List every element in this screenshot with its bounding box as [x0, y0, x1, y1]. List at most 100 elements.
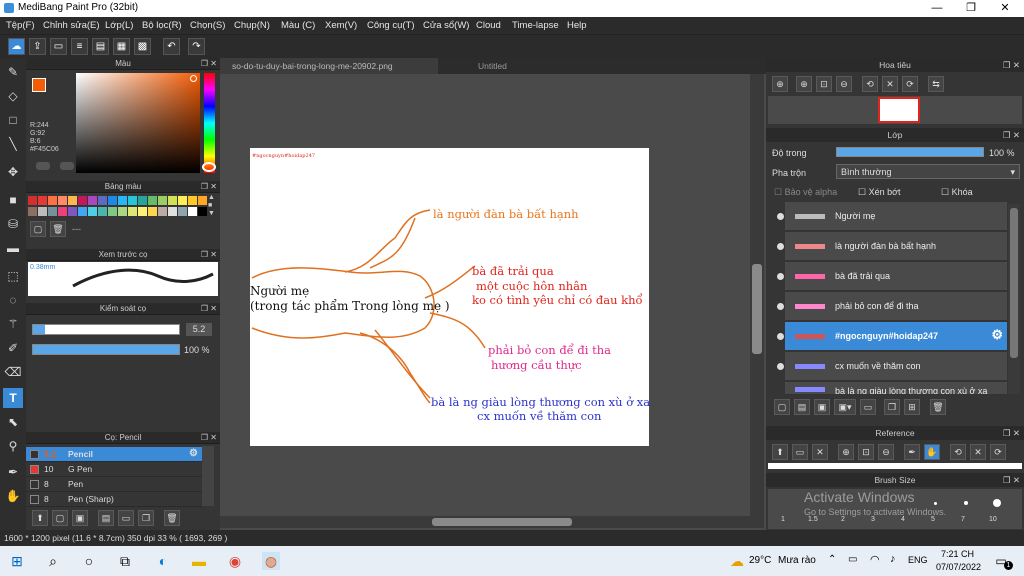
panel-controls-icon[interactable]: ❐ ✕: [201, 58, 217, 70]
layer-copy-icon[interactable]: ▣: [814, 399, 830, 415]
grid-icon[interactable]: ▦: [113, 38, 130, 55]
brush-delete-icon[interactable]: 🗑: [164, 510, 180, 526]
brush-copy-icon[interactable]: ▣: [72, 510, 88, 526]
close-button[interactable]: ✕: [988, 0, 1022, 17]
menu-filter[interactable]: Bộ lọc(R): [142, 20, 182, 31]
zoom-in-icon[interactable]: ⊕: [772, 76, 788, 92]
navigator-preview[interactable]: [768, 96, 1022, 124]
palette-swatch[interactable]: [128, 207, 137, 216]
eye-icon[interactable]: [777, 213, 784, 220]
panel-controls-icon[interactable]: ❐ ✕: [1003, 473, 1020, 487]
bucket-tool-icon[interactable]: ⛁: [3, 214, 23, 234]
palette-swatch[interactable]: [48, 207, 57, 216]
brush-list-scrollbar[interactable]: [202, 446, 214, 506]
select-pen-icon[interactable]: ✐: [3, 338, 23, 358]
palette-swatch[interactable]: [68, 207, 77, 216]
palette-swatch[interactable]: [178, 207, 187, 216]
palette-swatch[interactable]: [148, 196, 157, 205]
palette-new-icon[interactable]: ▢: [30, 221, 46, 237]
redo-icon[interactable]: ↷: [188, 38, 205, 55]
palette-swatch[interactable]: [128, 196, 137, 205]
brush-size-option[interactable]: 4: [901, 516, 905, 523]
layer-item[interactable]: bà đã trải qua: [777, 262, 1007, 291]
ref-rotate-icon[interactable]: ⟲: [950, 444, 966, 460]
brush-size-slider[interactable]: [32, 324, 180, 335]
layer-opacity-slider[interactable]: [836, 147, 984, 157]
panel-controls-icon[interactable]: ❐ ✕: [201, 432, 217, 444]
operation-tool-icon[interactable]: ⬉: [3, 412, 23, 432]
cortana-icon[interactable]: ○: [80, 552, 98, 570]
palette-swatch[interactable]: [58, 196, 67, 205]
text-tool-icon[interactable]: T: [3, 388, 23, 408]
menu-window[interactable]: Cửa sổ(W): [423, 20, 469, 31]
edge-icon[interactable]: ◐: [154, 552, 172, 570]
panel-controls-icon[interactable]: ❐ ✕: [1003, 128, 1020, 142]
palette-swatch[interactable]: [48, 196, 57, 205]
ref-fit-icon[interactable]: ⊡: [858, 444, 874, 460]
panel-controls-icon[interactable]: ❐ ✕: [201, 249, 217, 261]
weather-temp[interactable]: 29°C: [749, 555, 771, 566]
lock-checkbox[interactable]: ☐ Khóa: [941, 187, 973, 198]
ref-reset-icon[interactable]: ✕: [970, 444, 986, 460]
clock-time[interactable]: 7:21 CH: [941, 549, 974, 559]
tiles-icon[interactable]: ▩: [134, 38, 151, 55]
tab-untitled[interactable]: Untitled: [438, 58, 766, 74]
menu-view[interactable]: Xem(V): [325, 20, 357, 31]
rotate-right-icon[interactable]: ⟳: [902, 76, 918, 92]
palette-swatch[interactable]: [198, 196, 207, 205]
layer-folder-icon[interactable]: ▭: [860, 399, 876, 415]
ref-zoom-in-icon[interactable]: ⊕: [838, 444, 854, 460]
ref-close-icon[interactable]: ✕: [812, 444, 828, 460]
ref-eyedropper-icon[interactable]: ✒: [904, 444, 920, 460]
line-tool-icon[interactable]: ╲: [3, 134, 23, 154]
layer-scrollbar[interactable]: [1008, 204, 1020, 394]
menu-layer[interactable]: Lớp(L): [105, 20, 133, 31]
search-icon[interactable]: ⌕: [44, 552, 62, 570]
palette-swatch[interactable]: [158, 207, 167, 216]
palette-swatch[interactable]: [118, 207, 127, 216]
eraser-tool-icon[interactable]: ◇: [3, 86, 23, 106]
layer-new-icon[interactable]: ▢: [774, 399, 790, 415]
palette-swatch[interactable]: [148, 207, 157, 216]
language-indicator[interactable]: ENG: [908, 555, 928, 565]
rectangle-tool-icon[interactable]: □: [3, 110, 23, 130]
palette-swatch[interactable]: [118, 196, 127, 205]
menu-tools[interactable]: Công cụ(T): [367, 20, 415, 31]
layer-duplicate-icon[interactable]: ❐: [884, 399, 900, 415]
palette-delete-icon[interactable]: 🗑: [50, 221, 66, 237]
layer-delete-icon[interactable]: 🗑: [930, 399, 946, 415]
brush-size-option[interactable]: 7: [961, 516, 965, 523]
brush-opacity-slider[interactable]: [32, 344, 180, 355]
palette-swatch[interactable]: [198, 207, 207, 216]
eye-icon[interactable]: [777, 363, 784, 370]
layer-item[interactable]: cx muốn về thăm con: [777, 352, 1007, 381]
palette-swatch[interactable]: [158, 196, 167, 205]
reset-icon[interactable]: ✕: [882, 76, 898, 92]
chrome-icon[interactable]: ◉: [226, 552, 244, 570]
brush-doc-icon[interactable]: ▤: [98, 510, 114, 526]
undo-icon[interactable]: ↶: [163, 38, 180, 55]
eyedropper-icon[interactable]: ⚲: [3, 436, 23, 456]
windows-start-icon[interactable]: ⊞: [8, 552, 26, 570]
palette-swatch[interactable]: [178, 196, 187, 205]
fit-icon[interactable]: ⊡: [816, 76, 832, 92]
network-icon[interactable]: ▭: [848, 554, 857, 565]
brush-size-option[interactable]: 5: [931, 516, 935, 523]
brush-duplicate-icon[interactable]: ❐: [138, 510, 154, 526]
color-option-icon[interactable]: [36, 162, 50, 170]
palette-swatch[interactable]: [78, 207, 87, 216]
layer-item-selected[interactable]: #ngocnguyn#hoidap247 ⚙: [777, 322, 1007, 351]
chat-icon[interactable]: ▭: [50, 38, 67, 55]
hue-slider-thumb[interactable]: [202, 162, 216, 172]
layer-add-menu-icon[interactable]: ▣▾: [834, 399, 856, 415]
palette-swatch[interactable]: [168, 196, 177, 205]
menu-help[interactable]: Help: [567, 20, 587, 31]
palette-swatch[interactable]: [28, 196, 37, 205]
menu-select[interactable]: Chọn(S): [190, 20, 225, 31]
panel-controls-icon[interactable]: ❐ ✕: [1003, 58, 1020, 72]
select-rect-icon[interactable]: ⬚: [3, 266, 23, 286]
brush-size-grid[interactable]: 1 1.5 2 3 4 5 7 10 Activate Windows Go t…: [768, 489, 1022, 529]
eye-icon[interactable]: [777, 303, 784, 310]
brush-add-icon[interactable]: ⬆: [32, 510, 48, 526]
medibang-taskbar-icon[interactable]: ◍: [262, 552, 280, 570]
